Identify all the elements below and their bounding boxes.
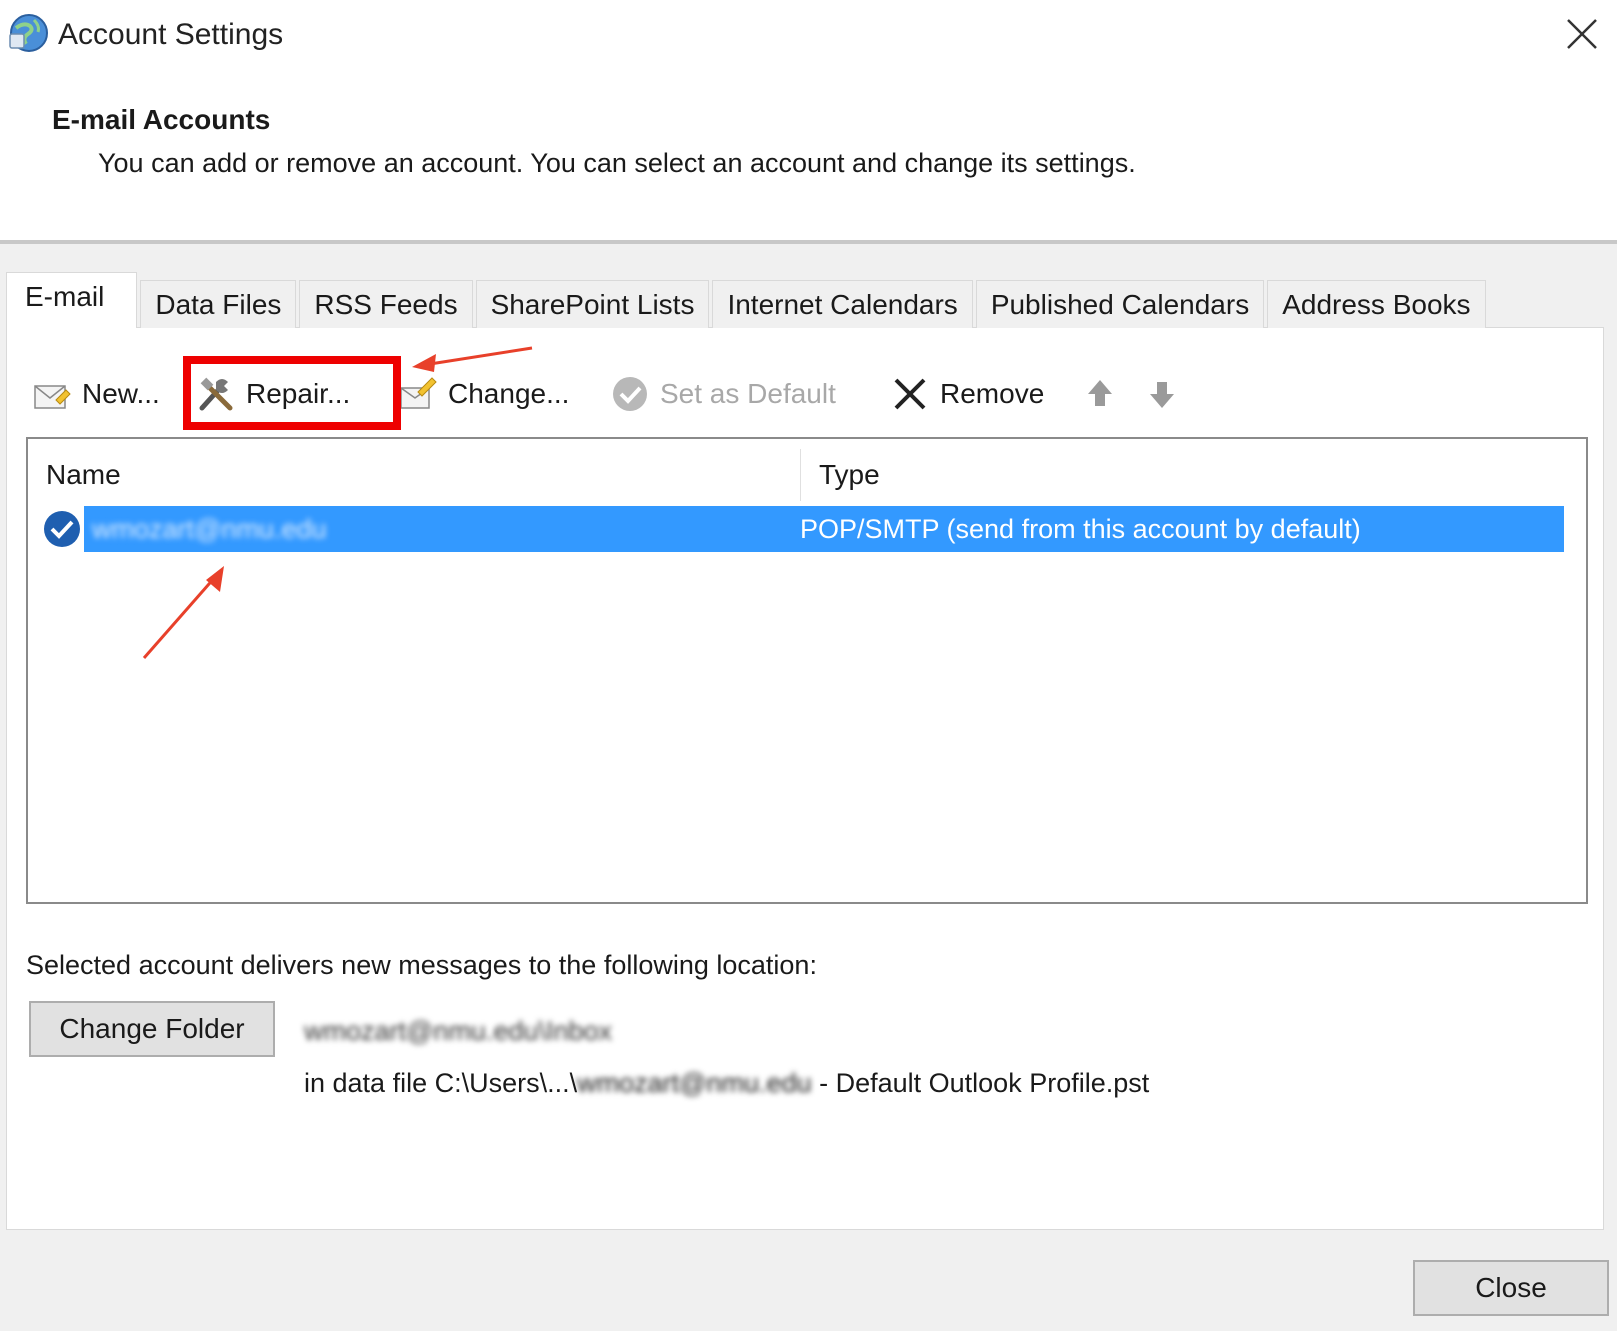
close-icon[interactable]: [1562, 14, 1602, 54]
change-folder-button[interactable]: Change Folder: [29, 1001, 275, 1057]
tab-internet-calendars[interactable]: Internet Calendars: [712, 280, 973, 328]
data-file-prefix: in data file C:\Users\...\: [304, 1068, 578, 1098]
accounts-list[interactable]: Name Type wmozart@nmu.edu POP/SMTP (send…: [26, 437, 1588, 904]
account-row[interactable]: wmozart@nmu.edu POP/SMTP (send from this…: [84, 506, 1564, 552]
change-mail-icon: [400, 377, 437, 409]
set-default-button[interactable]: Set as Default: [610, 360, 836, 428]
default-account-check-icon: [44, 511, 80, 547]
column-header-name[interactable]: Name: [46, 449, 786, 501]
check-circle-icon: [613, 377, 647, 411]
new-button[interactable]: New...: [32, 360, 160, 428]
outlook-globe-icon: [9, 14, 48, 52]
arrow-down-icon: [1150, 382, 1174, 408]
delivery-folder-path: wmozart@nmu.edu\Inbox: [304, 1016, 613, 1046]
new-mail-icon: [34, 385, 71, 409]
new-label: New...: [82, 378, 160, 409]
repair-button[interactable]: Repair...: [196, 360, 350, 428]
close-button[interactable]: Close: [1413, 1260, 1609, 1316]
section-description: You can add or remove an account. You ca…: [98, 148, 1136, 178]
change-button[interactable]: Change...: [398, 360, 569, 428]
column-header-type[interactable]: Type: [800, 449, 1560, 501]
arrow-up-icon: [1088, 380, 1112, 406]
tab-sharepoint-lists[interactable]: SharePoint Lists: [475, 280, 710, 328]
title-bar: Account Settings: [0, 0, 1617, 80]
window-title: Account Settings: [58, 18, 284, 51]
move-up-button[interactable]: [1080, 360, 1130, 428]
data-file-suffix: - Default Outlook Profile.pst: [811, 1068, 1150, 1098]
remove-label: Remove: [940, 378, 1045, 409]
remove-button[interactable]: Remove: [890, 360, 1044, 428]
data-file-path: in data file C:\Users\...\wmozart@nmu.ed…: [304, 1068, 1149, 1099]
x-icon: [894, 378, 926, 410]
tab-strip: E-mail Data Files RSS Feeds SharePoint L…: [6, 272, 1489, 328]
tab-email[interactable]: E-mail: [6, 272, 138, 328]
account-name: wmozart@nmu.edu: [92, 514, 327, 544]
tab-published-calendars[interactable]: Published Calendars: [975, 280, 1265, 328]
account-type: POP/SMTP (send from this account by defa…: [800, 514, 1361, 544]
move-down-button[interactable]: [1142, 360, 1192, 428]
change-label: Change...: [448, 378, 570, 409]
repair-label: Repair...: [246, 378, 351, 409]
data-file-user: wmozart@nmu.edu: [577, 1068, 812, 1098]
tab-rss-feeds[interactable]: RSS Feeds: [299, 280, 473, 328]
tab-address-books[interactable]: Address Books: [1267, 280, 1486, 328]
tab-data-files[interactable]: Data Files: [140, 280, 297, 328]
section-heading: E-mail Accounts: [52, 104, 271, 135]
tools-icon: [199, 377, 233, 411]
set-default-label: Set as Default: [660, 378, 836, 409]
delivery-label: Selected account delivers new messages t…: [26, 950, 817, 980]
